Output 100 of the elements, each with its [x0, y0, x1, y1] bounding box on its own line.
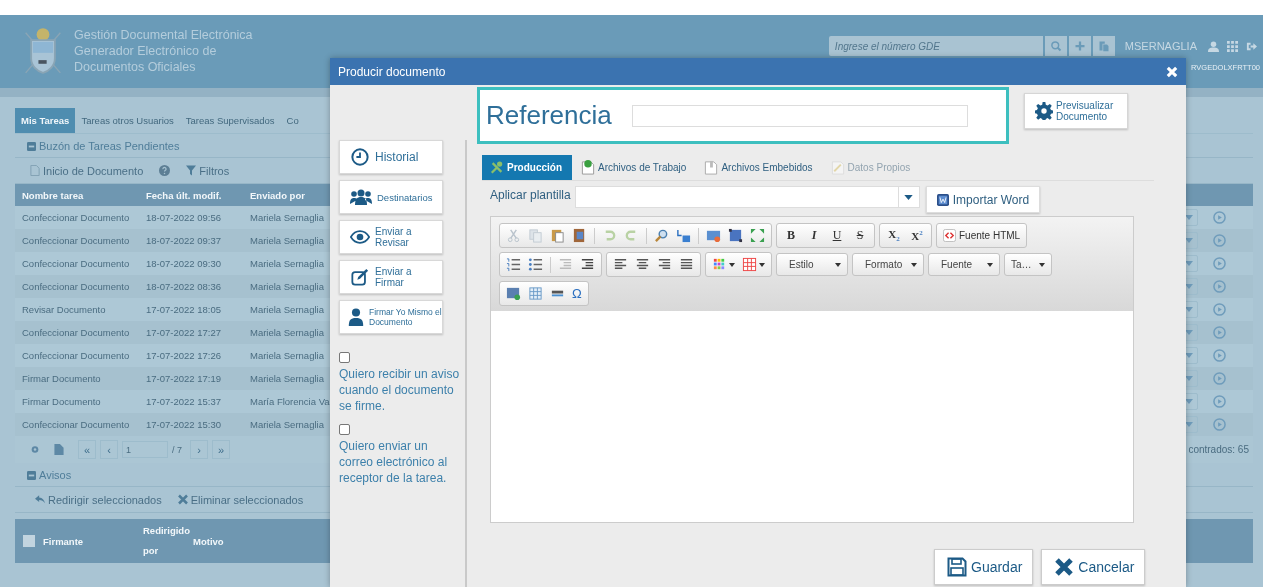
copy-icon[interactable]	[528, 228, 543, 243]
template-dropdown[interactable]	[574, 186, 920, 208]
column-header[interactable]: Redirigido por	[143, 521, 193, 561]
logout-icon[interactable]	[1246, 40, 1257, 52]
apps-grid-icon[interactable]	[1227, 40, 1238, 52]
paste-icon[interactable]	[550, 228, 565, 243]
tab[interactable]: Archivos Embebidos	[695, 155, 822, 180]
maximize-icon[interactable]	[750, 228, 765, 243]
checkbox[interactable]	[339, 424, 350, 435]
play-icon[interactable]	[1213, 257, 1226, 270]
add-button[interactable]	[1068, 36, 1091, 56]
play-icon[interactable]	[1213, 303, 1226, 316]
script-button[interactable]: X$_{2}$	[886, 227, 902, 244]
format-button[interactable]: I	[806, 228, 822, 243]
tab[interactable]: Tareas Supervisados	[179, 108, 281, 133]
document-icon[interactable]	[54, 444, 64, 455]
indent-icon[interactable]	[580, 257, 595, 272]
action-button[interactable]: Historial	[339, 140, 443, 174]
save-button[interactable]: Guardar	[934, 549, 1034, 585]
tab[interactable]: Mis Tareas	[15, 108, 76, 133]
select-all-icon[interactable]	[728, 228, 743, 243]
import-word-button[interactable]: Importar Word	[925, 186, 1041, 213]
table-icon[interactable]	[528, 286, 543, 301]
first-page-button[interactable]: «	[78, 440, 96, 459]
close-icon[interactable]	[1166, 65, 1178, 78]
play-icon[interactable]	[1213, 326, 1226, 339]
caret-icon	[1185, 238, 1193, 243]
page-count: / 7	[172, 444, 182, 455]
column-header[interactable]: Firmante	[43, 535, 143, 547]
image-icon[interactable]	[706, 228, 721, 243]
action-button[interactable]: Enviar a Revisar	[339, 220, 443, 254]
word-icon	[936, 193, 949, 206]
cancel-button[interactable]: Cancelar	[1041, 549, 1146, 585]
tab[interactable]: Producción	[482, 155, 572, 180]
search-field[interactable]: Ingrese el número GDE	[828, 36, 1043, 56]
play-icon[interactable]	[1213, 395, 1226, 408]
copy-button[interactable]	[1092, 36, 1115, 56]
play-icon[interactable]	[1213, 211, 1226, 224]
format-button[interactable]: U	[829, 228, 845, 243]
action-button[interactable]: Firmar Yo Mismo el Documento	[339, 300, 443, 334]
numbered-list-icon[interactable]	[506, 257, 521, 272]
search-icon[interactable]	[654, 228, 669, 243]
text-color-button[interactable]	[712, 257, 735, 272]
format-button[interactable]: S	[852, 228, 868, 243]
new-document-link[interactable]: Inicio de Documento	[30, 164, 144, 177]
outdent-icon[interactable]	[558, 257, 573, 272]
style-dropdown[interactable]: Estilo	[776, 253, 848, 276]
rich-text-editor[interactable]: B I U S X$_{2}$ X$^{2}$ Fuente HTML Estilo Formato Fuente Ta… Ω	[490, 216, 1134, 523]
action-button[interactable]: Destinatarios	[339, 180, 443, 214]
tab[interactable]: Tareas otros Usuarios	[75, 108, 180, 133]
table-cell-text: 17-07-2022 15:30	[146, 419, 222, 430]
page-field[interactable]: 1	[122, 441, 168, 458]
checkbox-label: Quiero enviar un correo electrónico al receptor de la tarea.	[339, 438, 449, 486]
format-button[interactable]: B	[783, 228, 799, 243]
reference-field[interactable]	[631, 104, 968, 127]
justify-icon[interactable]	[679, 257, 694, 272]
play-icon[interactable]	[1213, 280, 1226, 293]
table-cell-text: Confeccionar Documento	[21, 350, 131, 361]
style-dropdown[interactable]: Ta…	[1004, 253, 1052, 276]
edit-file-icon	[830, 160, 845, 175]
align-right-icon[interactable]	[657, 257, 672, 272]
collapse-icon[interactable]	[27, 141, 36, 151]
play-icon[interactable]	[1213, 372, 1226, 385]
column-header[interactable]: Fecha últ. modif.	[146, 189, 250, 201]
previous-page-button[interactable]: ‹	[100, 440, 118, 459]
style-dropdown[interactable]: Formato	[852, 253, 924, 276]
tab[interactable]: Co	[280, 108, 305, 133]
last-page-button[interactable]: »	[212, 440, 230, 459]
style-dropdown[interactable]: Fuente	[928, 253, 1000, 276]
collapse-icon[interactable]	[27, 470, 36, 480]
image-add-icon[interactable]	[506, 286, 521, 301]
action-button[interactable]: Enviar a Firmar	[339, 260, 443, 294]
play-icon[interactable]	[1213, 234, 1226, 247]
settings-icon[interactable]	[30, 444, 40, 455]
help-icon[interactable]	[159, 165, 171, 176]
tab[interactable]: Archivos de Trabajo	[572, 155, 696, 180]
bullet-list-icon[interactable]	[528, 257, 543, 272]
delete-link[interactable]: Eliminar seleccionados	[177, 493, 304, 506]
column-header[interactable]: Nombre tarea	[15, 189, 146, 201]
next-page-button[interactable]: ›	[190, 440, 208, 459]
align-left-icon[interactable]	[613, 257, 628, 272]
redirect-link[interactable]: Redirigir seleccionados	[35, 493, 162, 506]
checkbox[interactable]	[23, 535, 35, 547]
search-button[interactable]	[1044, 36, 1067, 56]
user-icon[interactable]	[1208, 40, 1219, 52]
special-character-button[interactable]: Ω	[572, 286, 582, 301]
script-button[interactable]: X$^{2}$	[909, 229, 925, 242]
play-icon[interactable]	[1213, 349, 1226, 362]
preview-button[interactable]: Previsualizar Documento	[1024, 93, 1128, 129]
table-grid-button[interactable]	[742, 257, 765, 272]
table-cell-text: Confeccionar Documento	[21, 212, 131, 223]
filters-link[interactable]: Filtros	[186, 164, 230, 177]
cut-icon[interactable]	[506, 228, 521, 243]
play-icon[interactable]	[1213, 418, 1226, 431]
table-cell-text: Mariela Sernaglia	[250, 258, 325, 269]
paste-word-icon[interactable]	[572, 228, 587, 243]
align-center-icon[interactable]	[635, 257, 650, 272]
column-header[interactable]: Motivo	[193, 535, 253, 547]
replace-icon[interactable]	[676, 228, 691, 243]
checkbox[interactable]	[339, 352, 350, 363]
